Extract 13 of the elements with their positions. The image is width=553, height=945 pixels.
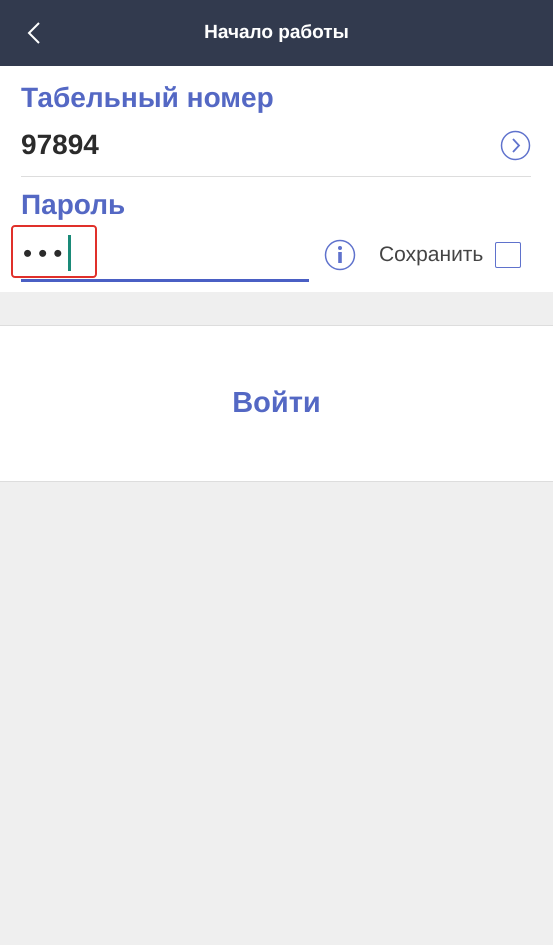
info-icon[interactable] [324, 238, 356, 270]
password-field[interactable]: ••• [21, 227, 309, 282]
back-icon[interactable] [26, 21, 42, 45]
field-label: Табельный номер [21, 82, 274, 114]
text-caret [68, 235, 72, 271]
screen-title: Начало работы [204, 22, 349, 44]
employee-number: 97894 [21, 129, 99, 161]
field-label: Пароль [21, 189, 126, 221]
chevron-circle-icon[interactable] [500, 130, 531, 160]
password-dots: ••• [23, 238, 68, 268]
save-label: Сохранить [379, 242, 484, 266]
login-button[interactable]: Войти [226, 386, 327, 421]
save-checkbox[interactable] [495, 242, 522, 268]
